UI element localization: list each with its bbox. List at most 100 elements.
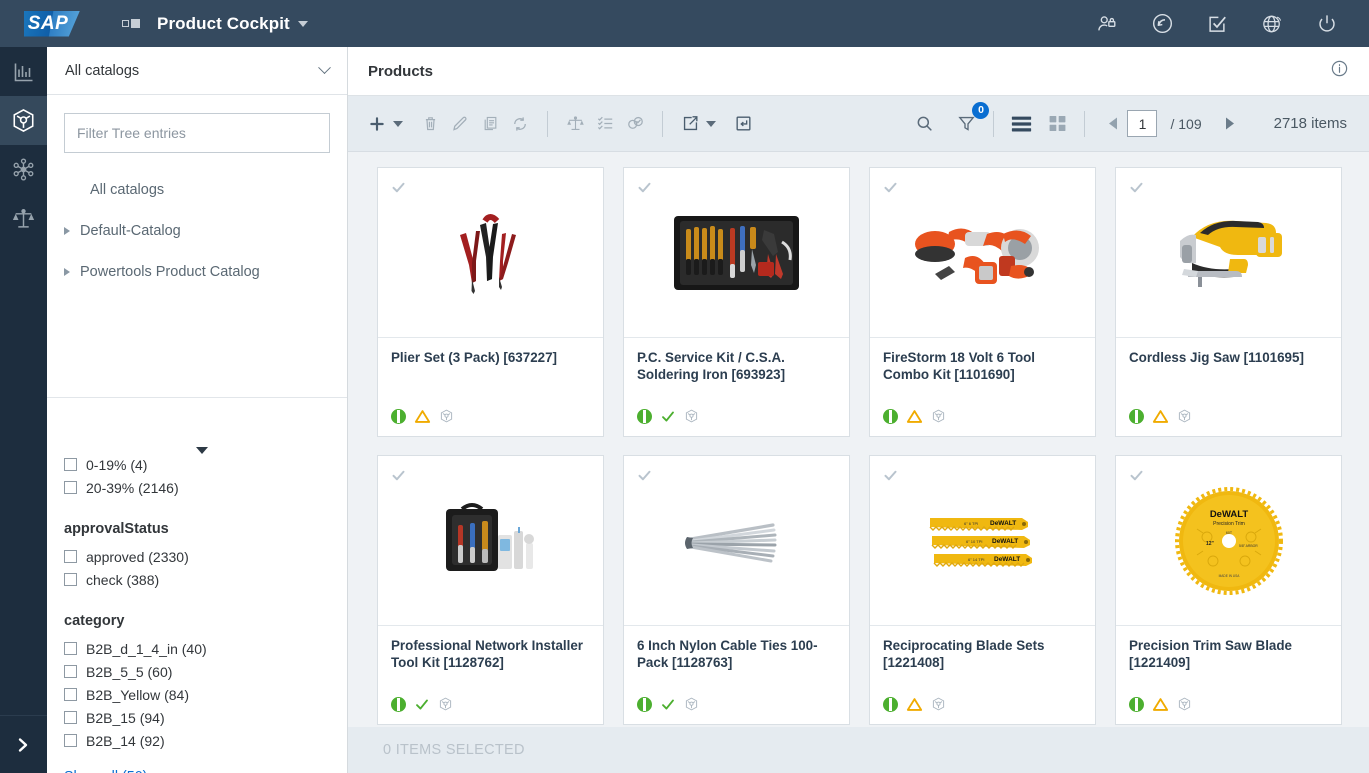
product-card-body: Plier Set (3 Pack) [637227] bbox=[378, 338, 603, 367]
export-button[interactable] bbox=[675, 109, 705, 139]
select-check-icon[interactable] bbox=[637, 180, 652, 195]
product-card[interactable]: DeWALT 6" 6 TPI DeWALT 6" 10 TPI bbox=[869, 455, 1096, 725]
warning-triangle-icon bbox=[906, 409, 923, 424]
product-image bbox=[1116, 168, 1341, 338]
facet-group-category: category B2B_d_1_4_in (40) B2B_5_5 (60) … bbox=[64, 613, 330, 773]
facet-item[interactable]: B2B_15 (94) bbox=[64, 706, 330, 729]
facet-item[interactable]: 0-19% (4) bbox=[64, 453, 330, 476]
select-check-icon[interactable] bbox=[391, 180, 406, 195]
sidebar-item-compliance[interactable] bbox=[0, 194, 47, 243]
product-status-icons bbox=[883, 408, 946, 424]
power-icon[interactable] bbox=[1314, 11, 1340, 37]
product-status-icons bbox=[1129, 408, 1192, 424]
compare-button[interactable] bbox=[560, 109, 590, 139]
apply-button[interactable] bbox=[728, 109, 758, 139]
main-content: Products bbox=[348, 47, 1369, 773]
check-green-icon bbox=[660, 409, 676, 424]
facet-group-approval-status: approvalStatus approved (2330) check (38… bbox=[64, 521, 330, 591]
facet-item[interactable]: B2B_14 (92) bbox=[64, 729, 330, 752]
tree-node-default-catalog[interactable]: Default-Catalog bbox=[47, 210, 347, 251]
prev-page-button[interactable] bbox=[1097, 109, 1127, 139]
facet-item[interactable]: 20-39% (2146) bbox=[64, 476, 330, 499]
select-check-icon[interactable] bbox=[637, 468, 652, 483]
export-dropdown-caret-icon[interactable] bbox=[706, 121, 716, 127]
facet-item[interactable]: approved (2330) bbox=[64, 545, 330, 568]
checkbox[interactable] bbox=[64, 458, 77, 471]
facet-item[interactable]: B2B_Yellow (84) bbox=[64, 683, 330, 706]
checkbox[interactable] bbox=[64, 550, 77, 563]
checkbox[interactable] bbox=[64, 734, 77, 747]
product-card[interactable]: DeWALT Precision Trim 60T 12" 5/8" ARBOR… bbox=[1115, 455, 1342, 725]
product-card[interactable]: Cordless Jig Saw [1101695] bbox=[1115, 167, 1342, 437]
delete-button[interactable] bbox=[415, 109, 445, 139]
checkbox-task-icon[interactable] bbox=[1204, 11, 1230, 37]
page-number-input[interactable] bbox=[1127, 110, 1157, 137]
info-icon[interactable] bbox=[1330, 59, 1349, 83]
chevron-down-icon bbox=[318, 61, 331, 74]
globe-icon[interactable] bbox=[1259, 11, 1285, 37]
facet-item[interactable]: B2B_d_1_4_in (40) bbox=[64, 637, 330, 660]
triangle-right-icon[interactable] bbox=[64, 268, 70, 276]
sidebar-item-products[interactable] bbox=[0, 96, 47, 145]
product-title: Precision Trim Saw Blade [1221409] bbox=[1129, 638, 1328, 671]
product-card[interactable]: FireStorm 18 Volt 6 Tool Combo Kit [1101… bbox=[869, 167, 1096, 437]
facet-divider bbox=[47, 397, 347, 398]
rail-expand-button[interactable] bbox=[0, 715, 47, 773]
copy-button[interactable] bbox=[475, 109, 505, 139]
top-bar: SAP Product Cockpit bbox=[0, 0, 1369, 47]
cube-outline-icon bbox=[684, 696, 699, 712]
edit-button[interactable] bbox=[445, 109, 475, 139]
triangle-right-icon[interactable] bbox=[64, 227, 70, 235]
select-check-icon[interactable] bbox=[391, 468, 406, 483]
checkbox[interactable] bbox=[64, 688, 77, 701]
filter-tree-input[interactable] bbox=[64, 113, 330, 153]
main-header: Products bbox=[348, 47, 1369, 96]
create-button[interactable] bbox=[362, 109, 392, 139]
checkbox[interactable] bbox=[64, 642, 77, 655]
list-view-button[interactable] bbox=[1008, 111, 1034, 137]
filter-button[interactable]: 0 bbox=[951, 109, 981, 139]
sidebar-item-dashboard[interactable] bbox=[0, 47, 47, 96]
product-card-body: Reciprocating Blade Sets [1221408] bbox=[870, 626, 1095, 671]
undo-circle-icon[interactable] bbox=[1149, 11, 1175, 37]
product-card[interactable]: 6 Inch Nylon Cable Ties 100-Pack [112876… bbox=[623, 455, 850, 725]
next-page-button[interactable] bbox=[1216, 109, 1246, 139]
app-switcher-icon[interactable] bbox=[122, 19, 140, 28]
page-total-label: / 109 bbox=[1170, 116, 1201, 132]
tree-node-all-catalogs[interactable]: All catalogs bbox=[47, 169, 347, 210]
product-card[interactable]: Plier Set (3 Pack) [637227] bbox=[377, 167, 604, 437]
grid-view-button[interactable] bbox=[1044, 111, 1070, 137]
facet-item[interactable]: B2B_5_5 (60) bbox=[64, 660, 330, 683]
cube-outline-icon bbox=[439, 408, 454, 424]
checkbox[interactable] bbox=[64, 481, 77, 494]
sidebar-item-catalogs[interactable] bbox=[0, 145, 47, 194]
select-check-icon[interactable] bbox=[883, 468, 898, 483]
search-button[interactable] bbox=[909, 109, 939, 139]
select-check-icon[interactable] bbox=[883, 180, 898, 195]
product-title: P.C. Service Kit / C.S.A. Soldering Iron… bbox=[637, 350, 836, 383]
app-title: Product Cockpit bbox=[157, 14, 290, 34]
product-card[interactable]: Professional Network Installer Tool Kit … bbox=[377, 455, 604, 725]
product-status-icons bbox=[883, 696, 946, 712]
facet-item[interactable]: check (388) bbox=[64, 568, 330, 591]
cube-outline-icon bbox=[1177, 408, 1192, 424]
cable-ties-image bbox=[677, 513, 797, 569]
checklist-button[interactable] bbox=[590, 109, 620, 139]
tree-node-label: Powertools Product Catalog bbox=[80, 264, 260, 280]
tree-node-powertools-catalog[interactable]: Powertools Product Catalog bbox=[47, 251, 347, 292]
half-green-status-icon bbox=[1129, 697, 1144, 712]
link-button[interactable] bbox=[620, 109, 650, 139]
checkbox[interactable] bbox=[64, 665, 77, 678]
checkbox[interactable] bbox=[64, 573, 77, 586]
select-check-icon[interactable] bbox=[1129, 468, 1144, 483]
product-title: Plier Set (3 Pack) [637227] bbox=[391, 350, 590, 367]
show-all-link[interactable]: Show all (50) bbox=[64, 769, 330, 773]
product-card[interactable]: P.C. Service Kit / C.S.A. Soldering Iron… bbox=[623, 167, 850, 437]
sync-button[interactable] bbox=[505, 109, 535, 139]
create-dropdown-caret-icon[interactable] bbox=[393, 121, 403, 127]
chevron-down-icon[interactable] bbox=[298, 21, 308, 27]
checkbox[interactable] bbox=[64, 711, 77, 724]
select-check-icon[interactable] bbox=[1129, 180, 1144, 195]
user-lock-icon[interactable] bbox=[1094, 11, 1120, 37]
catalog-selector[interactable]: All catalogs bbox=[47, 47, 347, 95]
